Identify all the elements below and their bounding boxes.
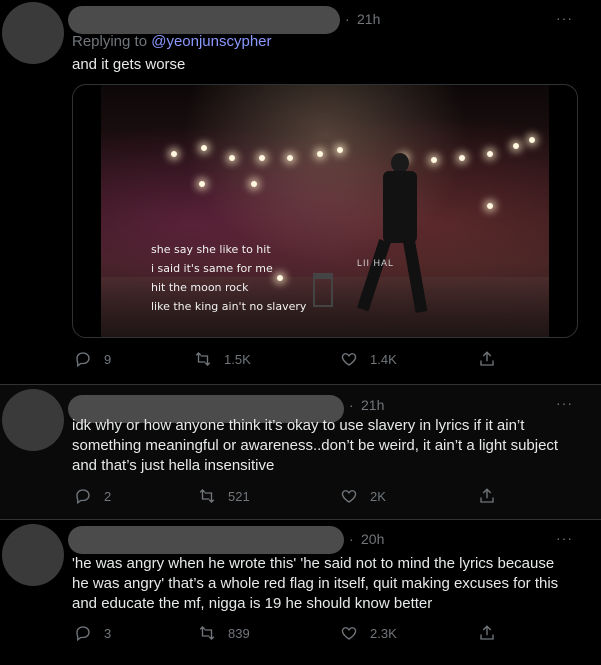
share-icon [480, 351, 494, 366]
more-options-icon[interactable]: ··· [556, 10, 573, 26]
avatar[interactable] [2, 2, 64, 64]
lyric-line: hit the moon rock [151, 281, 249, 294]
video-lyrics-caption: she say she like to hit i said it's same… [151, 240, 306, 316]
tweet-3[interactable]: · 20h ··· 'he was angry when he wrote th… [0, 520, 601, 665]
retweet-count: 521 [228, 488, 250, 504]
stage-light [201, 145, 207, 151]
stage-light [251, 181, 257, 187]
heart-icon [341, 353, 357, 366]
share-button[interactable] [478, 624, 496, 642]
tweet-1[interactable]: · 21h ··· Replying to @yeonjunscypher an… [0, 0, 601, 384]
reply-count: 3 [104, 625, 112, 641]
replying-to-line: Replying to @yeonjunscypher [72, 33, 272, 50]
like-button[interactable]: 2.3K [340, 624, 397, 642]
video-frame: LII HAL she say she like to hit i said i… [101, 85, 549, 337]
stage-light [459, 155, 465, 161]
reply-count: 2 [104, 488, 112, 504]
avatar[interactable] [2, 389, 64, 451]
tweet-actions: 9 1.5K 1.4K [74, 350, 514, 370]
retweet-button[interactable]: 1.5K [194, 350, 251, 368]
redacted-username [68, 526, 344, 554]
retweet-count: 1.5K [224, 351, 251, 367]
stage-light [229, 155, 235, 161]
stage-chair [313, 273, 333, 307]
reply-icon [76, 489, 90, 505]
retweet-count: 839 [228, 625, 250, 641]
reply-count: 9 [104, 351, 112, 367]
replying-to-handle[interactable]: @yeonjunscypher [151, 33, 271, 50]
retweet-button[interactable]: 521 [198, 487, 250, 505]
stage-light [259, 155, 265, 161]
lyric-line: i said it's same for me [151, 262, 273, 275]
stage-light [287, 155, 293, 161]
tweet-text: 'he was angry when he wrote this' 'he sa… [72, 555, 559, 612]
separator-dot: · [349, 397, 354, 413]
stage-light [529, 137, 535, 143]
tweet-actions: 2 521 2K [74, 487, 514, 507]
video-media[interactable]: LII HAL she say she like to hit i said i… [72, 84, 578, 338]
retweet-icon [199, 489, 215, 503]
share-button[interactable] [478, 487, 496, 505]
tweet-timestamp[interactable]: 21h [357, 11, 380, 27]
stage-banner-text: LII HAL [357, 258, 395, 268]
retweet-button[interactable]: 839 [198, 624, 250, 642]
stage-light [337, 147, 343, 153]
redacted-username [68, 6, 340, 34]
avatar[interactable] [2, 524, 64, 586]
reply-button[interactable]: 2 [74, 487, 111, 505]
heart-icon [341, 627, 357, 640]
like-button[interactable]: 2K [340, 487, 386, 505]
more-options-icon[interactable]: ··· [556, 395, 573, 411]
stage-light [317, 151, 323, 157]
reply-button[interactable]: 3 [74, 624, 111, 642]
lyric-line: she say she like to hit [151, 243, 271, 256]
tweet-timestamp[interactable]: 21h [361, 397, 384, 413]
reply-icon [76, 626, 90, 642]
retweet-icon [195, 352, 211, 366]
like-button[interactable]: 1.4K [340, 350, 397, 368]
tweet-timestamp[interactable]: 20h [361, 531, 384, 547]
share-icon [480, 488, 494, 503]
like-count: 2.3K [370, 625, 397, 641]
tweet-text: and it gets worse [72, 56, 186, 73]
stage-light [171, 151, 177, 157]
share-button[interactable] [478, 350, 496, 368]
performer [357, 153, 429, 323]
tweet-text: idk why or how anyone think it’s okay to… [72, 417, 559, 474]
more-options-icon[interactable]: ··· [556, 530, 573, 546]
heart-icon [341, 490, 357, 503]
like-count: 1.4K [370, 351, 397, 367]
reply-icon [76, 352, 90, 368]
separator-dot: · [349, 531, 354, 547]
stage-light [487, 203, 493, 209]
tweet-2[interactable]: · 21h ··· idk why or how anyone think it… [0, 385, 601, 519]
retweet-icon [199, 626, 215, 640]
stage-light [513, 143, 519, 149]
stage-light [431, 157, 437, 163]
stage-light [487, 151, 493, 157]
like-count: 2K [370, 488, 386, 504]
lyric-line: like the king ain't no slavery [151, 300, 307, 313]
reply-button[interactable]: 9 [74, 350, 111, 368]
tweet-actions: 3 839 2.3K [74, 624, 514, 644]
separator-dot: · [345, 11, 350, 27]
share-icon [480, 625, 494, 640]
stage-light [199, 181, 205, 187]
replying-to-label: Replying to [72, 33, 152, 50]
